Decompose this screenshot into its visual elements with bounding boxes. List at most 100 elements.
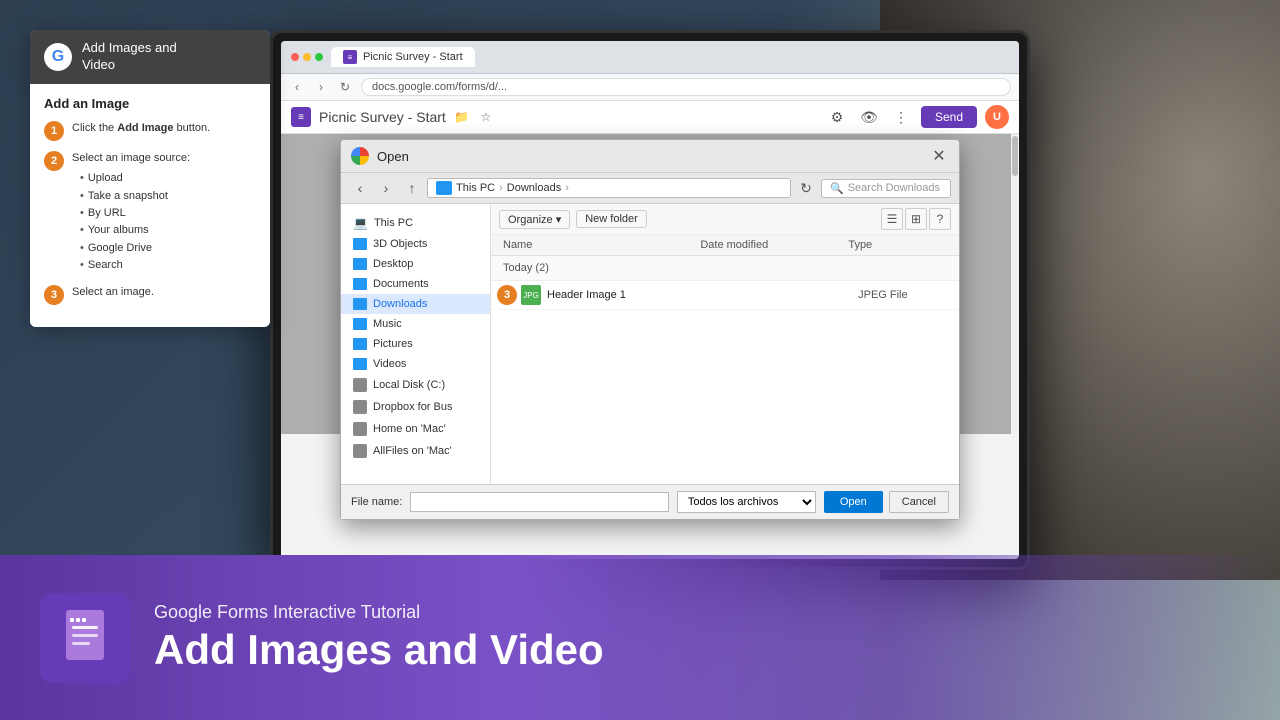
browser-address-bar: ‹ › ↻ docs.google.com/forms/d/...	[281, 74, 1019, 101]
nav-refresh-button[interactable]: ↻	[795, 177, 817, 199]
browser-chrome: ≡ Picnic Survey - Start	[281, 41, 1019, 74]
star-icon[interactable]: ☆	[478, 109, 494, 125]
reload-icon[interactable]: ↻	[337, 79, 353, 95]
breadcrumb-thispc[interactable]: This PC	[456, 182, 495, 194]
source-upload: Upload	[80, 170, 190, 187]
sidebar-this-pc[interactable]: 💻 This PC	[341, 212, 490, 234]
file-row-header-image[interactable]: 3 JPG Header Image 1 JPEG File	[491, 281, 959, 310]
source-url: By URL	[80, 205, 190, 222]
settings-icon[interactable]: ⚙	[825, 105, 849, 129]
drive-c-icon	[353, 378, 367, 392]
preview-icon[interactable]: 👁	[857, 105, 881, 129]
forward-icon[interactable]: ›	[313, 79, 329, 95]
new-folder-button[interactable]: New folder	[576, 210, 647, 228]
file-list-header: Name Date modified Type	[491, 235, 959, 256]
minimize-dot[interactable]	[303, 53, 311, 61]
dialog-main-area: Organize ▾ New folder ☰ ⊞ ? Name	[491, 204, 959, 484]
breadcrumb-downloads[interactable]: Downloads	[507, 182, 561, 194]
back-icon[interactable]: ‹	[289, 79, 305, 95]
sidebar-pictures[interactable]: Pictures	[341, 334, 490, 354]
view-help-button[interactable]: ?	[929, 208, 951, 230]
sidebar-videos[interactable]: Videos	[341, 354, 490, 374]
browser-tab[interactable]: ≡ Picnic Survey - Start	[331, 47, 475, 67]
dialog-overlay: Open ✕ ‹ › ↑ This PC › Downloads	[281, 134, 1019, 434]
sidebar-documents[interactable]: Documents	[341, 274, 490, 294]
today-group-header[interactable]: Today (2)	[491, 256, 959, 281]
url-text: docs.google.com/forms/d/...	[372, 81, 507, 93]
folder-icon[interactable]: 📁	[454, 109, 470, 125]
col-modified-header[interactable]: Date modified	[700, 239, 848, 251]
file-type: JPEG File	[858, 289, 947, 301]
dialog-file-toolbar: Organize ▾ New folder ☰ ⊞ ?	[491, 204, 959, 235]
maximize-dot[interactable]	[315, 53, 323, 61]
folder-downloads-icon	[353, 298, 367, 310]
monitor-screen: ≡ Picnic Survey - Start ‹ › ↻ docs.googl…	[281, 41, 1019, 559]
source-search: Search	[80, 257, 190, 274]
nav-forward-button[interactable]: ›	[375, 177, 397, 199]
step-2-row: 2 Select an image source: Upload Take a …	[44, 151, 256, 275]
sidebar-allfiles-mac[interactable]: AllFiles on 'Mac'	[341, 440, 490, 462]
filename-input[interactable]	[410, 492, 668, 512]
forms-title: Picnic Survey - Start	[319, 109, 446, 125]
dialog-title: Open	[377, 149, 409, 164]
forms-toolbar: ≡ Picnic Survey - Start 📁 ☆ ⚙ 👁 ⋮ Send U	[281, 101, 1019, 134]
search-box[interactable]: 🔍 Search Downloads	[821, 179, 951, 198]
tutorial-header: G Add Images andVideo	[30, 30, 270, 84]
folder-breadcrumb-icon	[436, 181, 452, 195]
tab-title: Picnic Survey - Start	[363, 51, 463, 63]
tutorial-header-title: Add Images andVideo	[82, 40, 177, 74]
step-2-text: Select an image source: Upload Take a sn…	[72, 151, 190, 275]
bottom-overlay: Google Forms Interactive Tutorial Add Im…	[0, 555, 1280, 720]
sidebar-local-disk[interactable]: Local Disk (C:)	[341, 374, 490, 396]
vertical-scrollbar[interactable]	[1011, 134, 1019, 434]
folder-3d-icon	[353, 238, 367, 250]
dialog-close-button[interactable]: ✕	[929, 146, 949, 166]
folder-music-icon	[353, 318, 367, 330]
sidebar-desktop[interactable]: Desktop	[341, 254, 490, 274]
step-1-text: Click the Add Image button.	[72, 121, 210, 136]
breadcrumb-bar: This PC › Downloads ›	[427, 178, 791, 198]
step-3-file-badge: 3	[497, 285, 517, 305]
more-icon[interactable]: ⋮	[889, 105, 913, 129]
view-list-button[interactable]: ☰	[881, 208, 903, 230]
forms-icon-bg	[40, 593, 130, 683]
scrollbar-thumb[interactable]	[1012, 136, 1018, 176]
folder-desktop-icon	[353, 258, 367, 270]
footer-buttons: Open Cancel	[824, 491, 949, 513]
file-jpeg-icon: JPG	[521, 285, 541, 305]
nav-up-button[interactable]: ↑	[401, 177, 423, 199]
step-2-badge: 2	[44, 151, 64, 171]
close-dot[interactable]	[291, 53, 299, 61]
col-type-header[interactable]: Type	[848, 239, 947, 251]
source-list: Upload Take a snapshot By URL Your album…	[72, 170, 190, 274]
tutorial-body: Add an Image 1 Click the Add Image butto…	[30, 84, 270, 327]
url-bar[interactable]: docs.google.com/forms/d/...	[361, 78, 1011, 96]
folder-videos-icon	[353, 358, 367, 370]
sidebar-3d-objects[interactable]: 3D Objects	[341, 234, 490, 254]
sidebar-downloads[interactable]: Downloads	[341, 294, 490, 314]
organize-button[interactable]: Organize ▾	[499, 210, 570, 229]
open-button[interactable]: Open	[824, 491, 883, 513]
step-1-row: 1 Click the Add Image button.	[44, 121, 256, 141]
forms-content: Open ✕ ‹ › ↑ This PC › Downloads	[281, 134, 1019, 434]
sidebar-home-mac[interactable]: Home on 'Mac'	[341, 418, 490, 440]
sidebar-music[interactable]: Music	[341, 314, 490, 334]
breadcrumb-sep2: ›	[565, 182, 569, 194]
cancel-button[interactable]: Cancel	[889, 491, 949, 513]
send-button[interactable]: Send	[921, 106, 977, 128]
bottom-title: Add Images and Video	[154, 627, 604, 673]
view-grid-button[interactable]: ⊞	[905, 208, 927, 230]
search-placeholder: Search Downloads	[848, 182, 940, 194]
col-name-header[interactable]: Name	[503, 239, 700, 251]
step-3-badge: 3	[44, 285, 64, 305]
step-3-row: 3 Select an image.	[44, 285, 256, 305]
tutorial-panel: G Add Images andVideo Add an Image 1 Cli…	[30, 30, 270, 327]
avatar[interactable]: U	[985, 105, 1009, 129]
dialog-title-left: Open	[351, 147, 409, 165]
search-icon: 🔍	[830, 182, 844, 195]
source-snapshot: Take a snapshot	[80, 188, 190, 205]
nav-back-button[interactable]: ‹	[349, 177, 371, 199]
filetype-select[interactable]: Todos los archivos	[677, 491, 816, 513]
forms-tab-icon: ≡	[343, 50, 357, 64]
sidebar-dropbox[interactable]: Dropbox for Bus	[341, 396, 490, 418]
